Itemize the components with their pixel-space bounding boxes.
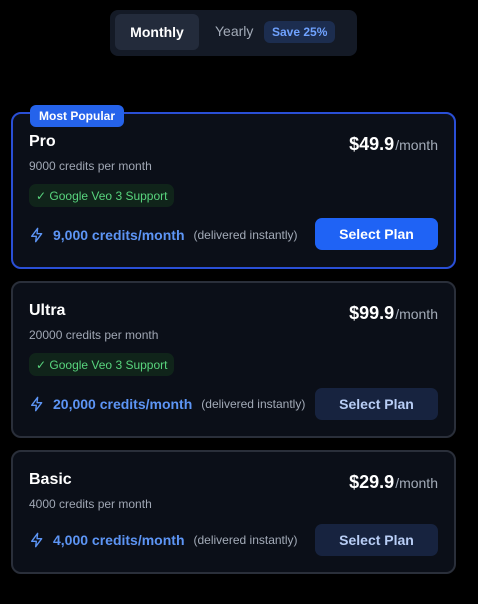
price-amount: $99.9 <box>349 303 395 323</box>
credits-note: (delivered instantly) <box>193 533 298 547</box>
select-plan-button[interactable]: Select Plan <box>315 218 438 250</box>
select-plan-button[interactable]: Select Plan <box>315 524 438 556</box>
plan-card-pro: Most Popular Pro $49.9 /month 9000 credi… <box>11 105 456 269</box>
price-period: /month <box>395 137 438 153</box>
price-amount: $29.9 <box>349 472 395 492</box>
plan-name: Ultra <box>29 302 66 319</box>
price-period: /month <box>395 306 438 322</box>
plan-price: $49.9 /month <box>349 134 438 155</box>
credits-row: 9,000 credits/month (delivered instantly… <box>29 227 298 243</box>
plan-subtitle: 20000 credits per month <box>29 328 159 342</box>
plan-name: Basic <box>29 471 72 488</box>
yearly-option[interactable]: Yearly <box>215 23 253 39</box>
price-period: /month <box>395 475 438 491</box>
save-badge: Save 25% <box>264 21 336 43</box>
lightning-bolt-icon <box>29 532 45 548</box>
credits-note: (delivered instantly) <box>193 228 298 242</box>
monthly-option[interactable]: Monthly <box>115 14 199 50</box>
plan-name: Pro <box>29 133 56 150</box>
plan-price: $29.9 /month <box>349 472 438 493</box>
plan-price: $99.9 /month <box>349 303 438 324</box>
credits-row: 4,000 credits/month (delivered instantly… <box>29 532 298 548</box>
billing-toggle: Monthly Yearly Save 25% <box>110 10 357 56</box>
plan-card-ultra: Ultra $99.9 /month 20000 credits per mon… <box>11 281 456 438</box>
plan-subtitle: 4000 credits per month <box>29 497 152 511</box>
credits-amount: 9,000 credits/month <box>53 227 185 243</box>
plan-card-basic: Basic $29.9 /month 4000 credits per mont… <box>11 450 456 574</box>
credits-amount: 20,000 credits/month <box>53 396 193 412</box>
lightning-bolt-icon <box>29 227 45 243</box>
credits-amount: 4,000 credits/month <box>53 532 185 548</box>
credits-row: 20,000 credits/month (delivered instantl… <box>29 396 305 412</box>
lightning-bolt-icon <box>29 396 45 412</box>
credits-note: (delivered instantly) <box>201 397 306 411</box>
select-plan-button[interactable]: Select Plan <box>315 388 438 420</box>
feature-badge-veo3: ✓ Google Veo 3 Support <box>29 353 175 376</box>
most-popular-badge: Most Popular <box>30 105 125 127</box>
price-amount: $49.9 <box>349 134 395 154</box>
plan-subtitle: 9000 credits per month <box>29 159 152 173</box>
feature-badge-veo3: ✓ Google Veo 3 Support <box>29 184 175 207</box>
